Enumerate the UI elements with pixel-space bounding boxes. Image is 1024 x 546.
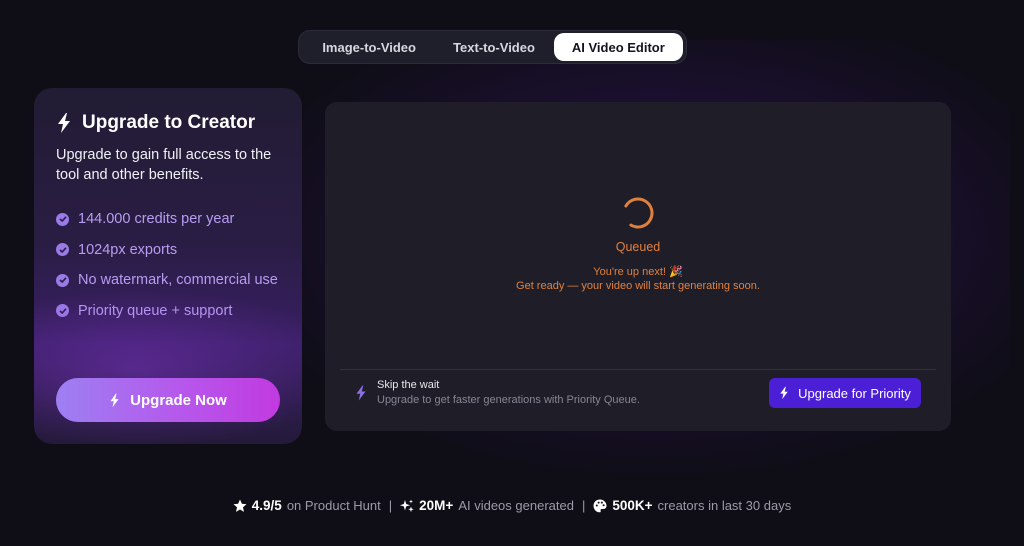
benefit-item: 144.000 credits per year	[56, 204, 278, 235]
stats-bar: 4.9/5 on Product Hunt | 20M+ AI videos g…	[0, 498, 1024, 513]
stat-text: on Product Hunt	[286, 498, 381, 513]
lightning-icon	[356, 385, 366, 401]
divider	[340, 369, 936, 370]
lightning-icon	[780, 386, 788, 400]
benefit-text: No watermark, commercial use	[78, 272, 278, 289]
lightning-icon	[58, 113, 70, 133]
stat-value: 4.9/5	[251, 498, 282, 513]
check-circle-icon	[56, 243, 69, 257]
star-icon	[233, 499, 247, 512]
upgrade-card-title: Upgrade to Creator	[56, 112, 255, 134]
stat-rating: 4.9/5 on Product Hunt	[233, 498, 381, 513]
upgrade-priority-label: Upgrade for Priority	[798, 385, 911, 401]
upgrade-description: Upgrade to gain full access to the tool …	[56, 147, 272, 183]
stat-videos: 20M+ AI videos generated	[400, 498, 574, 513]
upgrade-now-button[interactable]: Upgrade Now	[56, 378, 280, 422]
stat-text: creators in last 30 days	[657, 498, 792, 513]
stat-text: AI videos generated	[458, 498, 574, 513]
lightning-icon	[110, 393, 119, 407]
benefit-text: 1024px exports	[78, 241, 178, 258]
benefit-text: 144.000 credits per year	[78, 211, 235, 228]
generation-panel: Queued You're up next! 🎉 Get ready — you…	[325, 102, 951, 431]
check-circle-icon	[56, 273, 69, 287]
stat-creators: 500K+ creators in last 30 days	[593, 498, 791, 513]
upgrade-card: Upgrade to Creator Upgrade to gain full …	[34, 88, 302, 444]
queue-message: You're up next! 🎉	[593, 266, 683, 278]
benefit-text: Priority queue + support	[78, 302, 233, 319]
benefit-item: No watermark, commercial use	[56, 265, 278, 296]
tab-ai-video-editor[interactable]: AI Video Editor	[553, 33, 683, 61]
upgrade-now-label: Upgrade Now	[130, 391, 227, 409]
check-circle-icon	[56, 304, 69, 318]
upgrade-priority-button[interactable]: Upgrade for Priority	[769, 378, 921, 408]
separator: |	[388, 498, 393, 513]
queue-status: Queued	[615, 240, 661, 254]
benefit-item: 1024px exports	[56, 235, 278, 266]
loading-spinner-icon	[622, 197, 654, 229]
skip-wait-title: Skip the wait	[377, 379, 440, 391]
stat-value: 500K+	[612, 498, 653, 513]
check-circle-icon	[56, 212, 69, 226]
tab-text-to-video[interactable]: Text-to-Video	[436, 33, 551, 61]
palette-icon	[593, 499, 607, 512]
sparkle-icon	[400, 499, 414, 512]
stat-value: 20M+	[419, 498, 454, 513]
upgrade-title-text: Upgrade to Creator	[82, 112, 256, 133]
skip-wait-subtitle: Upgrade to get faster generations with P…	[377, 394, 640, 406]
benefit-list: 144.000 credits per year 1024px exports …	[56, 204, 278, 326]
mode-tabs: Image-to-Video Text-to-Video AI Video Ed…	[298, 30, 687, 64]
benefit-item: Priority queue + support	[56, 296, 278, 327]
separator: |	[581, 498, 586, 513]
tab-image-to-video[interactable]: Image-to-Video	[302, 33, 436, 61]
queue-submessage: Get ready — your video will start genera…	[516, 280, 760, 292]
